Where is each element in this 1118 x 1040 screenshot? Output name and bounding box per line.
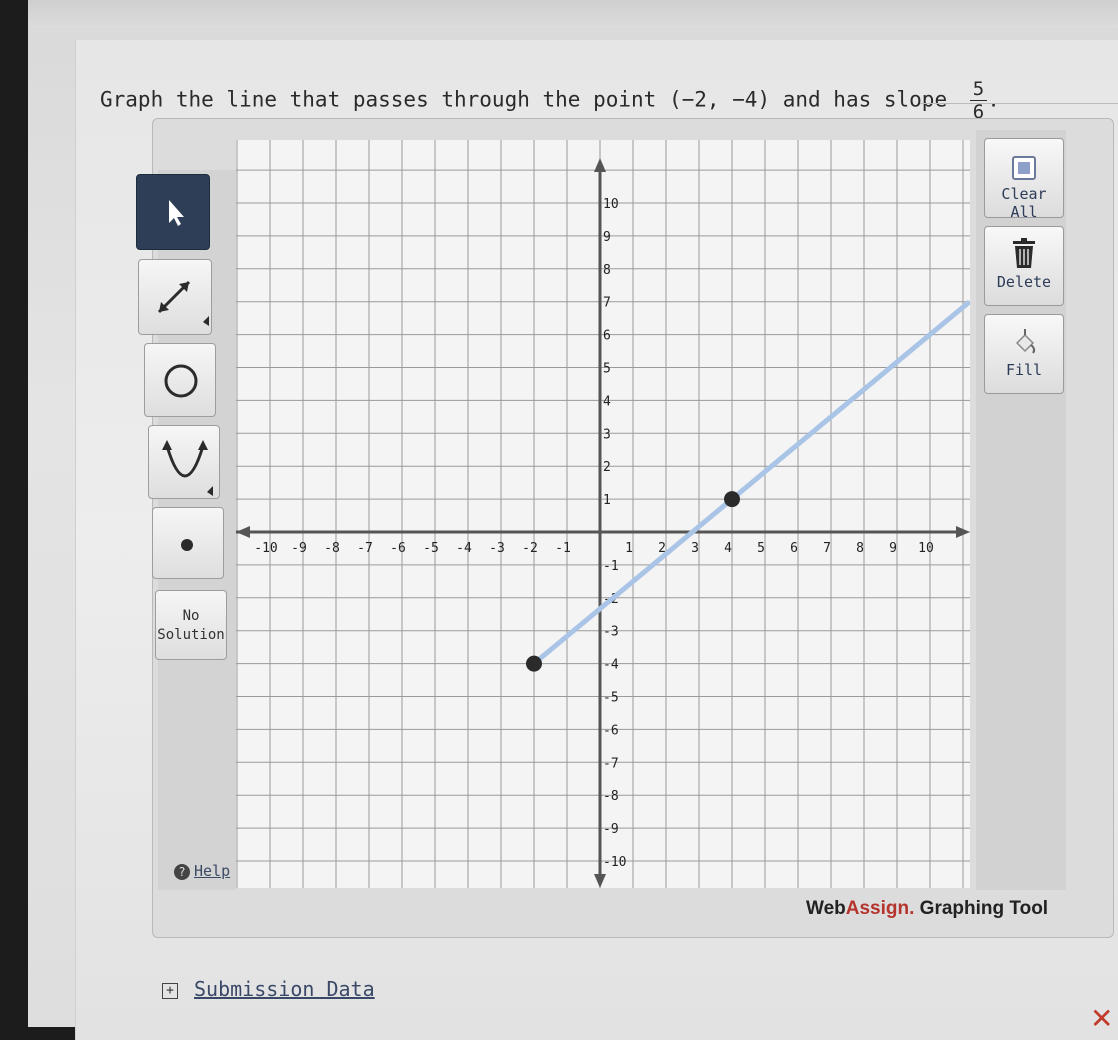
top-strip [28,0,1118,28]
y-tick-label: -1 [603,559,619,574]
question-divider [920,103,1118,104]
y-tick-label: 10 [603,197,619,212]
y-tick-label: -8 [603,789,619,804]
x-tick-label: 8 [856,541,864,556]
fill-bucket-icon [1015,329,1036,354]
x-tick-label: -9 [291,541,307,556]
delete-button[interactable]: Delete [984,226,1064,306]
fill-label: Fill [1005,361,1043,379]
x-tick-label: 6 [790,541,798,556]
y-tick-label: -10 [603,855,626,870]
y-tick-label: -3 [603,625,619,640]
help-icon: ? [174,864,190,880]
y-tick-label: 5 [603,362,611,377]
no-solution-button[interactable]: No Solution [155,590,227,660]
parabola-tool-button[interactable] [148,425,220,499]
graph-background [236,140,970,888]
plotted-point[interactable] [724,491,740,508]
question-period: . [987,87,1000,112]
delete-label: Delete [996,273,1052,291]
pointer-tool-button[interactable] [136,174,210,250]
circle-tool-button[interactable] [144,343,216,417]
y-tick-label: 2 [603,460,611,475]
parabola-icon [162,440,213,496]
question-body: Graph the line that passes through the p… [100,87,948,112]
x-tick-label: -7 [357,541,373,556]
plotted-point[interactable] [526,655,542,672]
line-segment-icon [157,280,209,326]
webassign-brand: WebAssign. Graphing Tool [806,898,1048,920]
x-tick-label: -10 [254,541,277,556]
y-tick-label: 6 [603,329,611,344]
slope-numerator: 5 [969,78,988,101]
circle-icon [164,364,198,398]
y-tick-label: 9 [603,230,611,245]
y-tick-label: -5 [603,691,619,706]
coordinate-plane[interactable]: -10 -9 -8 -7 -6 -5 -4 -3 -2 -1 1 2 3 4 5 6 7 8 9 10 10 9 8 7 6 5… [236,140,970,888]
brand-assign: Assign. [845,898,915,919]
x-tick-label: 3 [691,541,699,556]
submission-data-toggle[interactable]: + Submission Data [162,977,375,1001]
fill-button[interactable]: Fill [984,314,1064,394]
x-tick-label: -6 [390,541,406,556]
y-tick-label: 3 [603,427,611,442]
help-link[interactable]: ? Help [174,862,230,880]
x-tick-label: 9 [889,541,897,556]
pointer-icon [169,200,184,226]
x-tick-label: -3 [489,541,505,556]
no-solution-label-1: No [182,608,200,624]
x-tick-label: 1 [625,541,633,556]
x-tick-label: -2 [522,541,538,556]
slope-fraction: 5 6 [969,78,988,123]
x-tick-label: 10 [918,541,934,556]
x-tick-label: 7 [823,541,831,556]
x-tick-label: -4 [456,541,472,556]
question-text: Graph the line that passes through the p… [100,78,1000,123]
help-label: Help [194,862,231,880]
brand-tool: Graphing Tool [914,898,1049,919]
x-tick-label: 5 [757,541,765,556]
expand-icon: + [162,983,178,999]
y-tick-label: 8 [603,263,611,278]
y-tick-label: 7 [603,296,611,311]
x-tick-label: -5 [423,541,439,556]
submission-data-label: Submission Data [194,977,375,1001]
brand-web: Web [806,898,846,919]
y-tick-label: -4 [603,658,619,673]
no-solution-label-2: Solution [157,627,225,643]
point-icon [181,539,193,551]
point-tool-button[interactable] [152,507,224,579]
x-tick-label: 4 [724,541,732,556]
y-tick-label: 1 [603,493,611,508]
y-tick-label: -9 [603,822,619,837]
x-tick-label: -1 [555,541,571,556]
clear-all-button[interactable]: Clear All [984,138,1064,221]
close-icon[interactable]: ✕ [1090,1002,1113,1035]
x-tick-label: -8 [324,541,340,556]
y-tick-label: 4 [603,394,611,409]
line-tool-button[interactable] [138,259,212,335]
y-tick-label: -7 [603,756,619,771]
clear-all-label: Clear All [1001,185,1047,221]
trash-icon [1013,238,1035,268]
y-tick-label: -6 [603,723,619,738]
clear-all-icon [1012,156,1036,180]
